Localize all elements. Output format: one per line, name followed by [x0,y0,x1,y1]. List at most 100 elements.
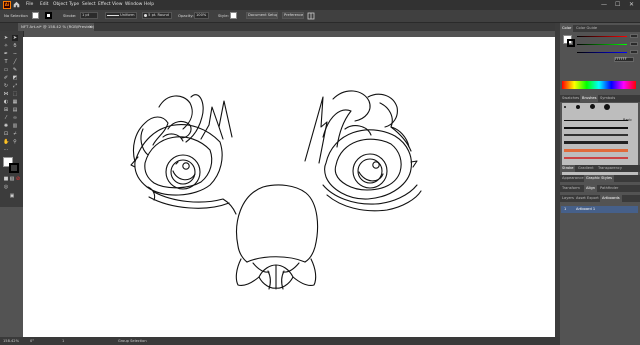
close-button[interactable]: ✕ [629,1,634,8]
red-slider[interactable] [577,36,627,37]
pen-tool-icon[interactable]: ✒ [3,51,9,57]
tab-pathfinder[interactable]: Pathfinder [598,185,620,192]
tab-graphic-styles[interactable]: Graphic Styles [584,175,615,182]
menu-select[interactable]: Select [82,2,96,7]
mesh-tool-icon[interactable]: ⊞ [3,107,9,113]
brush-stroke-1[interactable] [564,120,628,121]
menu-effect[interactable]: Effect [98,2,111,7]
free-transform-tool-icon[interactable]: ⬚ [12,91,18,97]
preferences-button[interactable]: Preferences [282,12,304,19]
document-tab-title: NFT Art.ai* @ 158.42 % (RGB/Preview) [21,24,95,29]
tab-color-guide[interactable]: Color Guide [574,25,599,32]
document-setup-button[interactable]: Document Setup [246,12,278,19]
menu-edit[interactable]: Edit [40,2,49,7]
rectangle-tool-icon[interactable]: ▭ [3,67,9,73]
tab-align[interactable]: Align [584,185,598,192]
scale-tool-icon[interactable]: ⤢ [12,83,18,89]
shaper-tool-icon[interactable]: ✐ [3,75,9,81]
tab-transparency[interactable]: Transparency [596,165,624,172]
brush-stroke-2[interactable] [564,127,628,129]
minimize-button[interactable]: — [601,1,607,8]
lasso-tool-icon[interactable]: ϭ [12,43,18,49]
tab-symbols[interactable]: Symbols [598,95,617,102]
menu-bar: Ai File Edit Object Type Select Effect V… [0,0,640,10]
graphic-style-swatch[interactable] [230,12,237,19]
artwork[interactable] [23,37,555,337]
symbol-sprayer-tool-icon[interactable]: ✺ [3,123,9,129]
hex-field[interactable]: FFFFFF [614,57,634,62]
blue-value[interactable] [630,50,638,54]
maximize-button[interactable]: ☐ [615,1,620,8]
direct-selection-tool-icon[interactable]: ➤ [12,35,18,41]
color-panel-stroke[interactable] [567,39,575,47]
paintbrush-tool-icon[interactable]: ✎ [12,67,18,73]
gradient-tool-icon[interactable]: ▤ [12,107,18,113]
perspective-grid-tool-icon[interactable]: ▦ [12,99,18,105]
tab-color[interactable]: Color [560,25,574,32]
curvature-tool-icon[interactable]: ∽ [12,51,18,57]
artboard-navigator[interactable]: 1 [62,339,64,343]
eyedropper-tool-icon[interactable]: ⁄ [3,115,9,121]
tab-gradient[interactable]: Gradient [576,165,596,172]
home-icon[interactable] [13,1,20,8]
menu-window[interactable]: Window [125,2,142,7]
tab-stroke[interactable]: Stroke [560,165,576,172]
brush-stroke-3[interactable] [564,134,628,136]
brush-dot-medium[interactable] [576,105,580,109]
line-tool-icon[interactable]: ╱ [12,59,18,65]
document-tab[interactable]: NFT Art.ai* @ 158.42 % (RGB/Preview) ✕ [18,23,94,31]
tab-appearance[interactable]: Appearance [560,175,586,182]
shape-builder-tool-icon[interactable]: ◐ [3,99,9,105]
slice-tool-icon[interactable]: ⌿ [12,131,18,137]
opacity-label: Opacity: [178,13,194,18]
brush-definition[interactable]: 5 pt. Round [142,12,172,19]
brush-dot-xl[interactable] [604,104,610,110]
graph-tool-icon[interactable]: ▥ [12,123,18,129]
brush-stroke-5[interactable] [564,149,628,152]
green-slider[interactable] [577,44,627,45]
brush-stroke-6[interactable] [564,157,628,159]
tab-close-icon[interactable]: ✕ [89,23,92,31]
selection-tool-icon[interactable]: ➤ [3,35,9,41]
type-tool-icon[interactable]: T [3,59,9,65]
zoom-level[interactable]: 158.42% [3,339,19,343]
draw-mode-icon[interactable]: ◎ [3,184,9,190]
rotate-tool-icon[interactable]: ↻ [3,83,9,89]
tab-brushes[interactable]: Brushes [580,95,599,102]
menu-help[interactable]: Help [144,2,154,7]
edit-toolbar-icon[interactable]: ⋯ [3,147,9,153]
stroke-weight-field[interactable]: 1 pt [80,12,98,19]
hand-tool-icon[interactable]: ✋ [3,139,9,145]
menu-object[interactable]: Object [53,2,67,7]
menu-file[interactable]: File [26,2,33,7]
none-mode-icon[interactable]: ⊘ [15,176,21,182]
artboard-tool-icon[interactable]: ⊡ [3,131,9,137]
eraser-tool-icon[interactable]: ◩ [12,75,18,81]
opacity-field[interactable]: 100% [194,12,209,19]
menu-type[interactable]: Type [69,2,79,7]
magic-wand-tool-icon[interactable]: ✧ [3,43,9,49]
tab-swatches[interactable]: Swatches [560,95,581,102]
tab-transform[interactable]: Transform [560,185,582,192]
arrange-documents-icon[interactable] [307,12,315,20]
color-spectrum[interactable] [562,81,636,89]
menu-view[interactable]: View [112,2,122,7]
variable-width-profile[interactable]: Uniform [105,12,137,19]
fill-swatch[interactable] [32,12,39,19]
width-tool-icon[interactable]: ⋈ [3,91,9,97]
stroke-swatch[interactable] [45,12,52,19]
green-value[interactable] [630,42,638,46]
zoom-tool-icon[interactable]: ⚲ [12,139,18,145]
brush-dot-large[interactable] [590,104,595,109]
red-value[interactable] [630,34,638,38]
brush-stroke-4[interactable] [564,141,628,144]
brush-dot-small[interactable] [564,106,566,108]
stroke-color-swatch[interactable] [9,163,19,173]
tab-asset-export[interactable]: Asset Export [574,195,601,202]
tab-artboards[interactable]: Artboards [600,195,622,202]
screen-mode-icon[interactable]: ▣ [9,193,15,199]
artboard-list-item[interactable]: 1 Artboard 1 [561,206,638,213]
blend-tool-icon[interactable]: ∞ [12,115,18,121]
blue-slider[interactable] [577,52,627,53]
rotation-angle[interactable]: 0° [30,339,34,343]
